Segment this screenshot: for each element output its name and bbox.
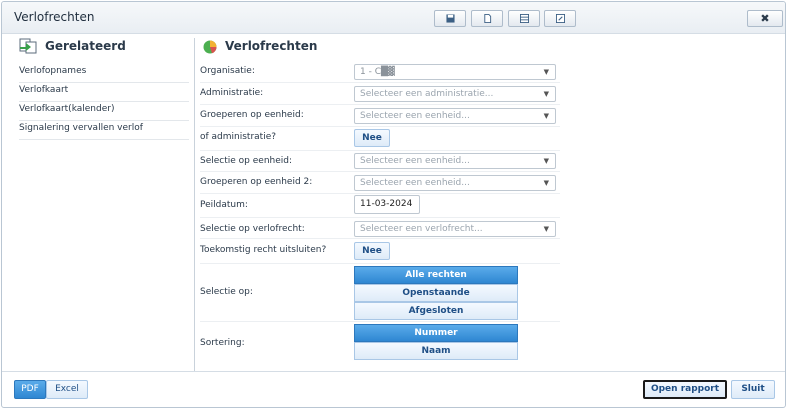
close-icon: ✖: [760, 12, 770, 25]
window-title: Verlofrechten: [14, 10, 95, 24]
selectie-eenheid-label: Selectie op eenheid:: [200, 156, 293, 166]
row-divider: [200, 263, 560, 264]
chevron-down-icon: ▼: [543, 157, 549, 165]
peildatum-input[interactable]: 11-03-2024: [354, 195, 420, 214]
row-divider: [200, 238, 560, 239]
sidebar-header: Gerelateerd: [19, 38, 126, 54]
option-alle-rechten[interactable]: Alle rechten: [354, 266, 518, 284]
option-naam[interactable]: Naam: [354, 342, 518, 360]
sidebar-item-verlofkaart-kalender[interactable]: Verlofkaart(kalender): [19, 101, 189, 121]
report-dialog: Verlofrechten ✖ Gerelateerd Verlofopname…: [1, 1, 786, 408]
chevron-down-icon: ▼: [543, 68, 549, 76]
selectie-op-label: Selectie op:: [200, 287, 253, 297]
chevron-down-icon: ▼: [543, 225, 549, 233]
groeperen2-label: Groeperen op eenheid 2:: [200, 177, 313, 187]
row-divider: [200, 150, 560, 151]
row-divider: [200, 126, 560, 127]
table-view-button[interactable]: [508, 10, 540, 27]
sidebar-title: Gerelateerd: [45, 39, 126, 53]
save-icon: [445, 14, 455, 23]
groeperen2-placeholder: Selecteer een eenheid...: [360, 178, 470, 188]
toekomstig-toggle[interactable]: Nee: [354, 242, 390, 260]
sidebar-item-label: Verlofopnames: [19, 66, 87, 76]
option-afgesloten[interactable]: Afgesloten: [354, 302, 518, 320]
selectie-verlofrecht-label: Selectie op verlofrecht:: [200, 224, 305, 234]
save-button[interactable]: [434, 10, 466, 27]
footer-divider: [2, 371, 785, 372]
table-icon: [519, 14, 529, 23]
close-button[interactable]: ✖: [747, 10, 783, 27]
toekomstig-label: Toekomstig recht uitsluiten?: [200, 245, 327, 255]
of-administratie-toggle[interactable]: Nee: [354, 129, 390, 147]
edit-icon: [555, 14, 565, 23]
option-nummer[interactable]: Nummer: [354, 324, 518, 342]
selectie-verlofrecht-select[interactable]: Selecteer een verlofrecht... ▼: [354, 221, 556, 237]
row-divider: [200, 217, 560, 218]
sidebar-item-label: Verlofkaart(kalender): [19, 104, 115, 114]
document-icon: [483, 14, 491, 23]
chevron-down-icon: ▼: [543, 112, 549, 120]
administratie-label: Administratie:: [200, 88, 264, 98]
groeperen-placeholder: Selecteer een eenheid...: [360, 111, 470, 121]
groeperen2-select[interactable]: Selecteer een eenheid... ▼: [354, 175, 556, 191]
edit-button[interactable]: [544, 10, 576, 27]
option-openstaande[interactable]: Openstaande: [354, 284, 518, 302]
sortering-label: Sortering:: [200, 338, 245, 348]
row-divider: [200, 193, 560, 194]
related-pages-icon: [19, 38, 37, 54]
organisatie-select[interactable]: 1 - C█▓ ▼: [354, 64, 556, 80]
peildatum-label: Peildatum:: [200, 200, 248, 210]
selectie-verlofrecht-placeholder: Selecteer een verlofrecht...: [360, 224, 483, 234]
row-divider: [200, 82, 560, 83]
panel-divider: [194, 38, 195, 371]
administratie-placeholder: Selecteer een administratie...: [360, 89, 494, 99]
close-dialog-button[interactable]: Sluit: [731, 380, 775, 399]
title-bar: Verlofrechten ✖: [2, 2, 785, 34]
open-report-button[interactable]: Open rapport: [643, 380, 727, 399]
chart-report-icon: [203, 40, 217, 54]
page-title: Verlofrechten: [225, 39, 318, 53]
chevron-down-icon: ▼: [543, 90, 549, 98]
selectie-eenheid-placeholder: Selecteer een eenheid...: [360, 156, 470, 166]
administratie-select[interactable]: Selecteer een administratie... ▼: [354, 86, 556, 102]
row-divider: [200, 171, 560, 172]
groeperen-label: Groeperen op eenheid:: [200, 110, 304, 120]
pdf-button[interactable]: PDF: [14, 380, 46, 399]
of-administratie-label: of administratie?: [200, 132, 277, 142]
organisatie-value: 1 - C█▓: [360, 67, 395, 77]
excel-button[interactable]: Excel: [46, 380, 88, 399]
sidebar-item-verlofopnames[interactable]: Verlofopnames: [19, 63, 189, 83]
row-divider: [200, 104, 560, 105]
chevron-down-icon: ▼: [543, 179, 549, 187]
selectie-eenheid-select[interactable]: Selecteer een eenheid... ▼: [354, 153, 556, 169]
sidebar-item-label: Signalering vervallen verlof: [19, 123, 143, 133]
main-header: Verlofrechten: [201, 38, 317, 54]
organisatie-label: Organisatie:: [200, 66, 255, 76]
sidebar-item-signalering[interactable]: Signalering vervallen verlof: [19, 120, 189, 140]
new-document-button[interactable]: [471, 10, 503, 27]
sidebar-item-verlofkaart[interactable]: Verlofkaart: [19, 82, 189, 102]
sidebar-item-label: Verlofkaart: [19, 85, 69, 95]
row-divider: [200, 321, 560, 322]
groeperen-select[interactable]: Selecteer een eenheid... ▼: [354, 108, 556, 124]
